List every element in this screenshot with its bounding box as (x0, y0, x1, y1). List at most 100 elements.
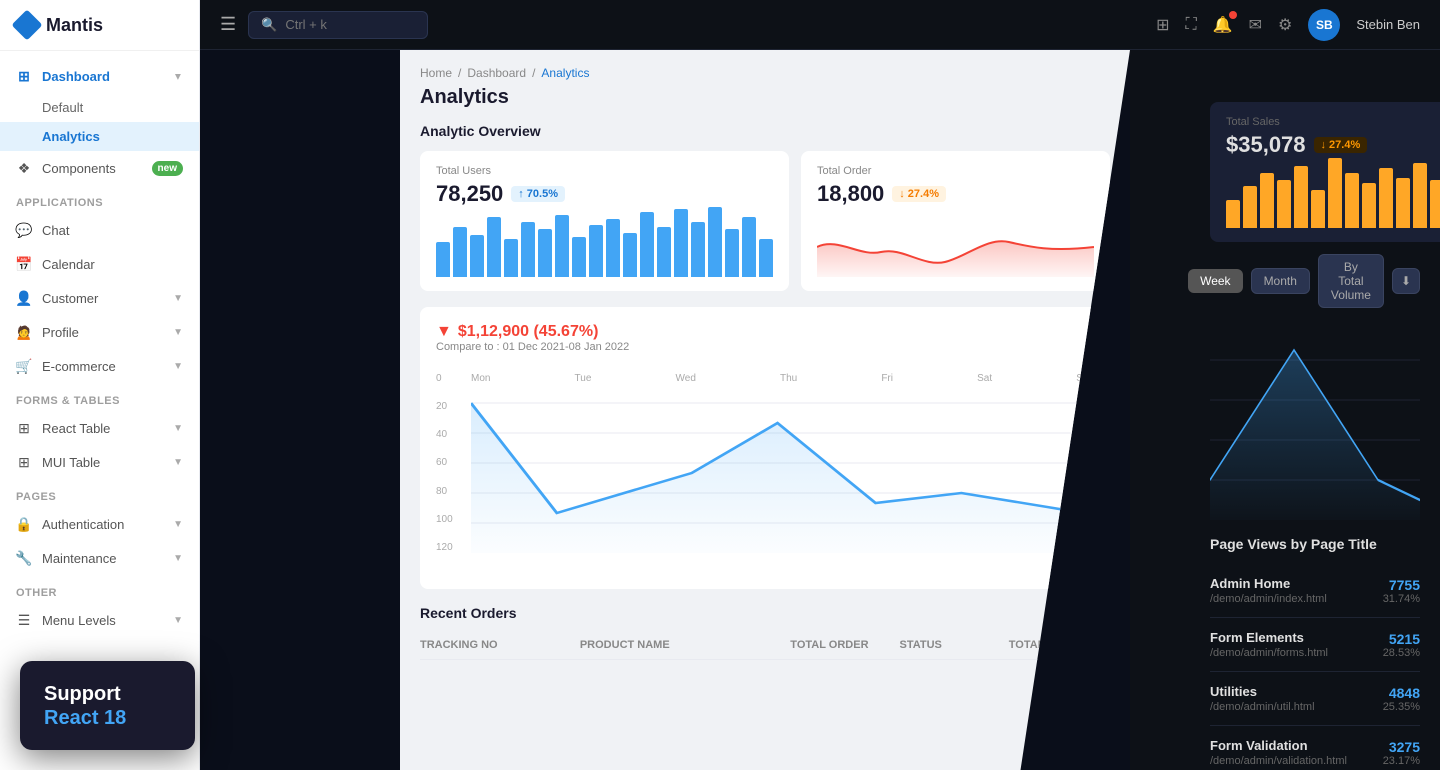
chevron-down-icon-4: ▼ (173, 423, 183, 434)
logo: Mantis (0, 0, 199, 51)
orders-area-chart (817, 217, 1094, 277)
sidebar-profile-label: Profile (42, 325, 79, 340)
bar (589, 225, 603, 277)
recent-orders-section: Recent Orders TRACKING NO PRODUCT NAME T… (420, 605, 1110, 660)
page-view-pct: 31.74% (1383, 593, 1420, 605)
page-view-right: 3275 23.17% (1383, 739, 1420, 767)
breadcrumb: Home / Dashboard / Analytics (420, 66, 1110, 80)
page-view-item: Form Elements /demo/admin/forms.html 521… (1210, 618, 1420, 672)
page-view-title: Form Elements (1210, 630, 1328, 645)
support-popup-title: Support (44, 681, 171, 707)
components-icon: ❖ (16, 160, 32, 176)
left-panel: Home / Dashboard / Analytics Analytics A… (400, 50, 1130, 770)
page-view-pct: 28.53% (1383, 647, 1420, 659)
ecommerce-icon: 🛒 (16, 358, 32, 374)
main-content: Home / Dashboard / Analytics Analytics A… (400, 50, 1440, 770)
sidebar-item-authentication[interactable]: 🔒 Authentication ▼ (0, 507, 199, 541)
mail-icon[interactable]: ✉ (1249, 15, 1262, 35)
page-view-right: 5215 28.53% (1383, 631, 1420, 659)
topbar: ☰ 🔍 ⊞ ⛶ 🔔 ✉ ⚙ SB Stebin Ben (200, 0, 1440, 50)
total-order-badge: ↓ 27.4% (892, 186, 946, 202)
bar (1294, 166, 1308, 228)
settings-icon[interactable]: ⚙ (1278, 15, 1292, 35)
notification-badge (1229, 11, 1237, 19)
page-view-url: /demo/admin/forms.html (1210, 647, 1328, 659)
page-view-count: 7755 (1383, 577, 1420, 593)
page-title: Analytics (420, 86, 1110, 109)
section-pages: Pages (0, 479, 199, 507)
sidebar-ecommerce-label: E-commerce (42, 359, 116, 374)
sidebar-item-ecommerce[interactable]: 🛒 E-commerce ▼ (0, 349, 199, 383)
page-view-left: Utilities /demo/admin/util.html (1210, 684, 1315, 713)
sidebar-mui-table-label: MUI Table (42, 455, 100, 470)
bar (742, 217, 756, 277)
search-icon: 🔍 (261, 17, 277, 33)
sidebar-item-profile[interactable]: 🙍 Profile ▼ (0, 315, 199, 349)
total-users-value: 78,250 ↑ 70.5% (436, 181, 773, 207)
page-view-title: Admin Home (1210, 576, 1327, 591)
volume-button[interactable]: By Total Volume (1318, 254, 1384, 308)
page-view-left: Admin Home /demo/admin/index.html (1210, 576, 1327, 605)
dashboard-icon: ⊞ (16, 68, 32, 84)
fullscreen-icon[interactable]: ⛶ (1186, 16, 1197, 34)
bar (691, 222, 705, 277)
col-status: STATUS (900, 639, 1001, 651)
sidebar-item-calendar[interactable]: 📅 Calendar (0, 247, 199, 281)
bar (504, 239, 518, 277)
sidebar: Mantis ⊞ Dashboard ▲ Default Analytics ❖… (0, 0, 200, 770)
search-input[interactable] (285, 17, 405, 32)
sidebar-auth-label: Authentication (42, 517, 124, 532)
bar (436, 242, 450, 277)
menu-toggle-button[interactable]: ☰ (220, 14, 236, 35)
bar (521, 222, 535, 277)
search-box[interactable]: 🔍 (248, 11, 428, 39)
sidebar-item-mui-table[interactable]: ⊞ MUI Table ▼ (0, 445, 199, 479)
sidebar-item-components[interactable]: ❖ Components new (0, 151, 199, 185)
sidebar-item-react-table[interactable]: ⊞ React Table ▼ (0, 411, 199, 445)
table-icon: ⊞ (16, 420, 32, 436)
dark-stats-section: Overview Total Sales $35,078 ↓ 27.4% (1210, 66, 1420, 242)
bar (572, 237, 586, 277)
bar (1396, 178, 1410, 228)
support-popup[interactable]: Support React 18 (20, 661, 195, 750)
section-forms-tables: Forms & Tables (0, 383, 199, 411)
sidebar-dashboard-label: Dashboard (42, 69, 110, 84)
bar (1328, 158, 1342, 228)
sidebar-item-chat[interactable]: 💬 Chat (0, 213, 199, 247)
chevron-down-icon-7: ▼ (173, 553, 183, 564)
bar (1311, 190, 1325, 228)
page-view-count: 3275 (1383, 739, 1420, 755)
grid-icon[interactable]: ⊞ (1156, 15, 1169, 35)
bar (1345, 173, 1359, 228)
chevron-down-icon-8: ▼ (173, 615, 183, 626)
total-sales-label: Total Sales (1226, 116, 1440, 128)
sidebar-sub-analytics[interactable]: Analytics (0, 122, 199, 151)
week-button[interactable]: Week (1188, 269, 1242, 293)
bar (1277, 180, 1291, 228)
download-button[interactable]: ⬇ (1392, 268, 1420, 294)
sidebar-item-maintenance[interactable]: 🔧 Maintenance ▼ (0, 541, 199, 575)
sidebar-item-menu-levels[interactable]: ☰ Menu Levels ▼ (0, 603, 199, 637)
sidebar-menu-levels-label: Menu Levels (42, 613, 116, 628)
page-view-pct: 23.17% (1383, 755, 1420, 767)
notifications-icon[interactable]: 🔔 (1213, 15, 1233, 35)
total-order-card: Total Order 18,800 ↓ 27.4% (801, 151, 1110, 291)
income-overview-card: ▼ $1,12,900 (45.67%) Compare to : 01 Dec… (420, 307, 1110, 589)
breadcrumb-dashboard[interactable]: Dashboard (467, 66, 526, 80)
bar (1430, 180, 1440, 228)
sidebar-item-dashboard[interactable]: ⊞ Dashboard ▲ (0, 59, 199, 93)
sidebar-sub-default[interactable]: Default (0, 93, 199, 122)
customer-icon: 👤 (16, 290, 32, 306)
month-button[interactable]: Month (1251, 268, 1310, 294)
sidebar-item-customer[interactable]: 👤 Customer ▼ (0, 281, 199, 315)
bar (623, 233, 637, 277)
logo-icon (11, 9, 42, 40)
page-views-section: Page Views by Page Title Admin Home /dem… (1210, 536, 1420, 770)
page-view-left: Form Elements /demo/admin/forms.html (1210, 630, 1328, 659)
auth-icon: 🔒 (16, 516, 32, 532)
bar (640, 212, 654, 277)
page-view-item: Utilities /demo/admin/util.html 4848 25.… (1210, 672, 1420, 726)
page-view-url: /demo/admin/validation.html (1210, 755, 1347, 767)
col-tracking: TRACKING NO (420, 639, 572, 651)
breadcrumb-home[interactable]: Home (420, 66, 452, 80)
